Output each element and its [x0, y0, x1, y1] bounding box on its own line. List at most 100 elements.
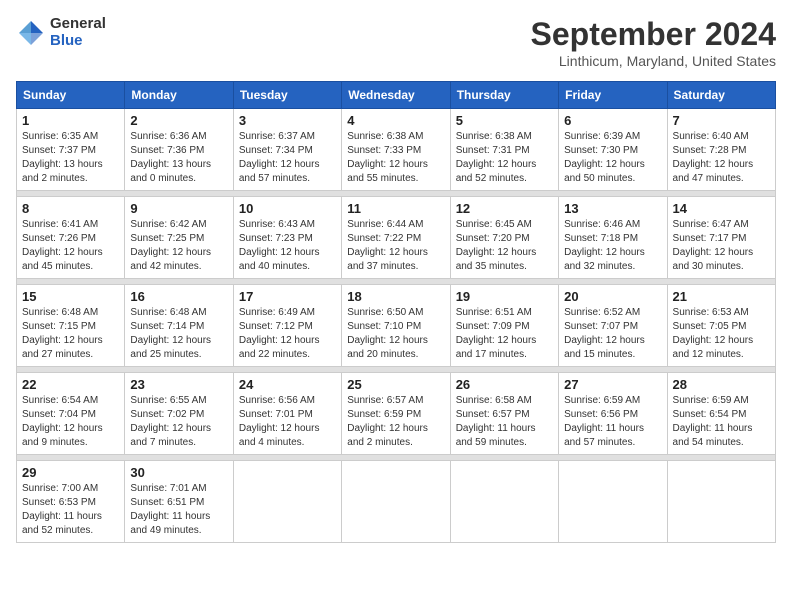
- table-row: 24 Sunrise: 6:56 AMSunset: 7:01 PMDaylig…: [233, 373, 341, 455]
- table-row: 30 Sunrise: 7:01 AMSunset: 6:51 PMDaylig…: [125, 461, 233, 543]
- calendar-week-row: 15 Sunrise: 6:48 AMSunset: 7:15 PMDaylig…: [17, 285, 776, 367]
- table-row: 27 Sunrise: 6:59 AMSunset: 6:56 PMDaylig…: [559, 373, 667, 455]
- day-info: Sunrise: 6:59 AMSunset: 6:56 PMDaylight:…: [564, 394, 661, 450]
- day-number: 22: [22, 377, 119, 392]
- header-saturday: Saturday: [667, 82, 775, 109]
- header-thursday: Thursday: [450, 82, 558, 109]
- day-info: Sunrise: 6:52 AMSunset: 7:07 PMDaylight:…: [564, 306, 661, 362]
- day-info: Sunrise: 6:46 AMSunset: 7:18 PMDaylight:…: [564, 218, 661, 274]
- day-info: Sunrise: 6:53 AMSunset: 7:05 PMDaylight:…: [673, 306, 770, 362]
- day-info: Sunrise: 6:49 AMSunset: 7:12 PMDaylight:…: [239, 306, 336, 362]
- day-info: Sunrise: 6:39 AMSunset: 7:30 PMDaylight:…: [564, 130, 661, 186]
- day-number: 24: [239, 377, 336, 392]
- table-row: 9 Sunrise: 6:42 AMSunset: 7:25 PMDayligh…: [125, 197, 233, 279]
- table-row: 8 Sunrise: 6:41 AMSunset: 7:26 PMDayligh…: [17, 197, 125, 279]
- table-row: 19 Sunrise: 6:51 AMSunset: 7:09 PMDaylig…: [450, 285, 558, 367]
- day-info: Sunrise: 6:41 AMSunset: 7:26 PMDaylight:…: [22, 218, 119, 274]
- day-number: 9: [130, 201, 227, 216]
- day-info: Sunrise: 6:37 AMSunset: 7:34 PMDaylight:…: [239, 130, 336, 186]
- table-row: 17 Sunrise: 6:49 AMSunset: 7:12 PMDaylig…: [233, 285, 341, 367]
- day-info: Sunrise: 6:56 AMSunset: 7:01 PMDaylight:…: [239, 394, 336, 450]
- table-row: 11 Sunrise: 6:44 AMSunset: 7:22 PMDaylig…: [342, 197, 450, 279]
- day-number: 15: [22, 289, 119, 304]
- day-number: 19: [456, 289, 553, 304]
- day-info: Sunrise: 6:59 AMSunset: 6:54 PMDaylight:…: [673, 394, 770, 450]
- calendar-week-row: 22 Sunrise: 6:54 AMSunset: 7:04 PMDaylig…: [17, 373, 776, 455]
- logo-text: General Blue: [50, 16, 106, 49]
- day-number: 29: [22, 465, 119, 480]
- day-number: 13: [564, 201, 661, 216]
- calendar-header-row: Sunday Monday Tuesday Wednesday Thursday…: [17, 82, 776, 109]
- day-info: Sunrise: 6:54 AMSunset: 7:04 PMDaylight:…: [22, 394, 119, 450]
- day-info: Sunrise: 6:47 AMSunset: 7:17 PMDaylight:…: [673, 218, 770, 274]
- day-number: 8: [22, 201, 119, 216]
- day-number: 12: [456, 201, 553, 216]
- day-number: 21: [673, 289, 770, 304]
- table-row: [450, 461, 558, 543]
- day-number: 23: [130, 377, 227, 392]
- day-number: 3: [239, 113, 336, 128]
- day-info: Sunrise: 6:51 AMSunset: 7:09 PMDaylight:…: [456, 306, 553, 362]
- table-row: 15 Sunrise: 6:48 AMSunset: 7:15 PMDaylig…: [17, 285, 125, 367]
- day-info: Sunrise: 6:58 AMSunset: 6:57 PMDaylight:…: [456, 394, 553, 450]
- day-info: Sunrise: 6:35 AMSunset: 7:37 PMDaylight:…: [22, 130, 119, 186]
- day-info: Sunrise: 6:42 AMSunset: 7:25 PMDaylight:…: [130, 218, 227, 274]
- day-number: 1: [22, 113, 119, 128]
- table-row: 21 Sunrise: 6:53 AMSunset: 7:05 PMDaylig…: [667, 285, 775, 367]
- table-row: 3 Sunrise: 6:37 AMSunset: 7:34 PMDayligh…: [233, 109, 341, 191]
- logo-blue: Blue: [50, 33, 106, 50]
- header-wednesday: Wednesday: [342, 82, 450, 109]
- day-info: Sunrise: 6:55 AMSunset: 7:02 PMDaylight:…: [130, 394, 227, 450]
- day-info: Sunrise: 7:00 AMSunset: 6:53 PMDaylight:…: [22, 482, 119, 538]
- day-number: 28: [673, 377, 770, 392]
- table-row: 14 Sunrise: 6:47 AMSunset: 7:17 PMDaylig…: [667, 197, 775, 279]
- day-number: 27: [564, 377, 661, 392]
- table-row: 13 Sunrise: 6:46 AMSunset: 7:18 PMDaylig…: [559, 197, 667, 279]
- day-number: 25: [347, 377, 444, 392]
- day-info: Sunrise: 6:48 AMSunset: 7:14 PMDaylight:…: [130, 306, 227, 362]
- table-row: 1 Sunrise: 6:35 AMSunset: 7:37 PMDayligh…: [17, 109, 125, 191]
- table-row: [559, 461, 667, 543]
- day-info: Sunrise: 6:57 AMSunset: 6:59 PMDaylight:…: [347, 394, 444, 450]
- day-number: 2: [130, 113, 227, 128]
- table-row: 22 Sunrise: 6:54 AMSunset: 7:04 PMDaylig…: [17, 373, 125, 455]
- day-number: 30: [130, 465, 227, 480]
- table-row: 10 Sunrise: 6:43 AMSunset: 7:23 PMDaylig…: [233, 197, 341, 279]
- day-info: Sunrise: 6:45 AMSunset: 7:20 PMDaylight:…: [456, 218, 553, 274]
- table-row: 20 Sunrise: 6:52 AMSunset: 7:07 PMDaylig…: [559, 285, 667, 367]
- day-number: 14: [673, 201, 770, 216]
- table-row: 25 Sunrise: 6:57 AMSunset: 6:59 PMDaylig…: [342, 373, 450, 455]
- calendar-week-row: 29 Sunrise: 7:00 AMSunset: 6:53 PMDaylig…: [17, 461, 776, 543]
- table-row: 23 Sunrise: 6:55 AMSunset: 7:02 PMDaylig…: [125, 373, 233, 455]
- table-row: 4 Sunrise: 6:38 AMSunset: 7:33 PMDayligh…: [342, 109, 450, 191]
- logo-icon: [16, 18, 46, 48]
- table-row: 18 Sunrise: 6:50 AMSunset: 7:10 PMDaylig…: [342, 285, 450, 367]
- day-info: Sunrise: 6:48 AMSunset: 7:15 PMDaylight:…: [22, 306, 119, 362]
- header-tuesday: Tuesday: [233, 82, 341, 109]
- day-number: 7: [673, 113, 770, 128]
- day-number: 26: [456, 377, 553, 392]
- title-block: September 2024 Linthicum, Maryland, Unit…: [531, 16, 776, 69]
- table-row: 29 Sunrise: 7:00 AMSunset: 6:53 PMDaylig…: [17, 461, 125, 543]
- day-info: Sunrise: 7:01 AMSunset: 6:51 PMDaylight:…: [130, 482, 227, 538]
- day-info: Sunrise: 6:44 AMSunset: 7:22 PMDaylight:…: [347, 218, 444, 274]
- table-row: [342, 461, 450, 543]
- table-row: 16 Sunrise: 6:48 AMSunset: 7:14 PMDaylig…: [125, 285, 233, 367]
- day-number: 18: [347, 289, 444, 304]
- day-info: Sunrise: 6:43 AMSunset: 7:23 PMDaylight:…: [239, 218, 336, 274]
- table-row: [233, 461, 341, 543]
- day-number: 17: [239, 289, 336, 304]
- table-row: 26 Sunrise: 6:58 AMSunset: 6:57 PMDaylig…: [450, 373, 558, 455]
- day-info: Sunrise: 6:36 AMSunset: 7:36 PMDaylight:…: [130, 130, 227, 186]
- day-number: 16: [130, 289, 227, 304]
- table-row: 7 Sunrise: 6:40 AMSunset: 7:28 PMDayligh…: [667, 109, 775, 191]
- header-monday: Monday: [125, 82, 233, 109]
- logo-general: General: [50, 16, 106, 33]
- day-number: 5: [456, 113, 553, 128]
- table-row: 12 Sunrise: 6:45 AMSunset: 7:20 PMDaylig…: [450, 197, 558, 279]
- day-info: Sunrise: 6:38 AMSunset: 7:33 PMDaylight:…: [347, 130, 444, 186]
- table-row: 5 Sunrise: 6:38 AMSunset: 7:31 PMDayligh…: [450, 109, 558, 191]
- day-number: 10: [239, 201, 336, 216]
- calendar-week-row: 8 Sunrise: 6:41 AMSunset: 7:26 PMDayligh…: [17, 197, 776, 279]
- calendar-table: Sunday Monday Tuesday Wednesday Thursday…: [16, 81, 776, 543]
